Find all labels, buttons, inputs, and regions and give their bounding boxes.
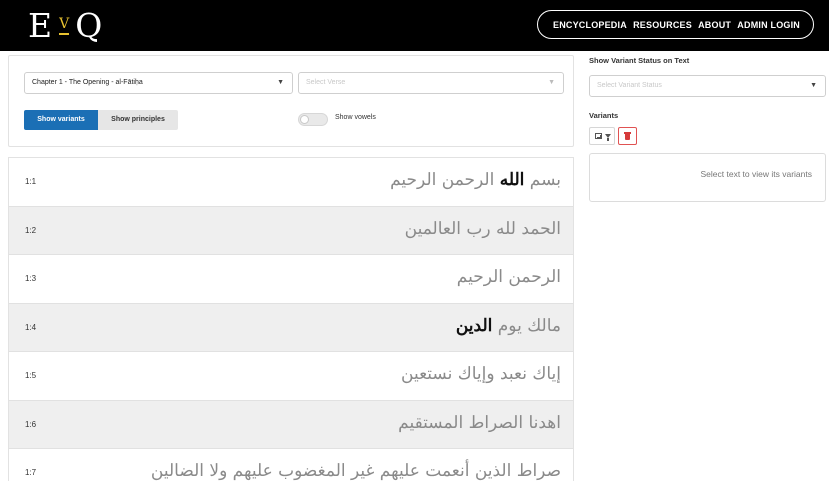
verse-select-placeholder: Select Verse bbox=[306, 79, 346, 86]
verse-number: 1:2 bbox=[25, 225, 37, 235]
highlighted-word[interactable]: الدين bbox=[456, 316, 493, 336]
show-principles-button[interactable]: Show principles bbox=[98, 110, 178, 130]
nav-about[interactable]: ABOUT bbox=[698, 20, 731, 30]
filter-icon bbox=[605, 134, 611, 141]
verse-number: 1:5 bbox=[25, 371, 37, 380]
verse-text[interactable]: الحمد لله رب العالمين bbox=[405, 215, 561, 243]
verse-row[interactable]: 1:7 صراط الذين أنعمت عليهم غير المغضوب ع… bbox=[9, 449, 573, 481]
variants-empty-message: Select text to view its variants bbox=[700, 169, 813, 179]
variant-status-title: Show Variant Status on Text bbox=[589, 56, 690, 65]
verse-row[interactable]: 1:4 مالك يوم الدين bbox=[9, 303, 573, 352]
logo-letter-v: V bbox=[59, 17, 70, 35]
caret-down-icon: ▼ bbox=[810, 82, 817, 89]
verse-select[interactable]: Select Verse ▼ bbox=[298, 72, 564, 94]
show-vowels-toggle[interactable] bbox=[298, 113, 328, 126]
main-nav: ENCYCLOPEDIA RESOURCES ABOUT ADMIN LOGIN bbox=[537, 10, 814, 39]
nav-resources[interactable]: RESOURCES bbox=[633, 20, 692, 30]
verse-number: 1:4 bbox=[25, 322, 37, 332]
verse-row[interactable]: 1:2 الحمد لله رب العالمين bbox=[9, 206, 573, 255]
caret-down-icon: ▼ bbox=[548, 79, 555, 86]
chapter-select-value: Chapter 1 - The Opening - al-Fātiḥa bbox=[32, 79, 143, 86]
variant-status-placeholder: Select Variant Status bbox=[597, 82, 662, 89]
top-navbar: E V Q ENCYCLOPEDIA RESOURCES ABOUT ADMIN… bbox=[0, 0, 829, 51]
highlighted-word[interactable]: الله bbox=[500, 170, 525, 190]
verse-number: 1:3 bbox=[25, 274, 37, 283]
verse-list: 1:1 بسم الله الرحمن الرحيم 1:2 الحمد لله… bbox=[8, 157, 574, 481]
verse-text[interactable]: الرحمن الرحيم bbox=[457, 263, 561, 291]
site-logo[interactable]: E V Q bbox=[28, 6, 102, 46]
variants-panel: Select text to view its variants bbox=[589, 153, 826, 202]
verse-text[interactable]: اهدنا الصراط المستقيم bbox=[398, 409, 561, 437]
verse-text[interactable]: مالك يوم الدين bbox=[456, 312, 561, 340]
verse-text[interactable]: بسم الله الرحمن الرحيم bbox=[390, 166, 561, 194]
trash-icon bbox=[625, 134, 630, 140]
verse-text[interactable]: إياك نعبد وإياك نستعين bbox=[401, 360, 561, 388]
nav-admin-login[interactable]: ADMIN LOGIN bbox=[737, 20, 800, 30]
clear-variants-button[interactable] bbox=[618, 127, 637, 145]
verse-row[interactable]: 1:5 إياك نعبد وإياك نستعين bbox=[9, 352, 573, 401]
verse-number: 1:6 bbox=[25, 419, 37, 429]
show-vowels-label: Show vowels bbox=[335, 114, 376, 121]
variants-title: Variants bbox=[589, 111, 619, 120]
verse-row[interactable]: 1:3 الرحمن الرحيم bbox=[9, 255, 573, 304]
chapter-select[interactable]: Chapter 1 - The Opening - al-Fātiḥa ▼ bbox=[24, 72, 293, 94]
nav-encyclopedia[interactable]: ENCYCLOPEDIA bbox=[553, 20, 627, 30]
verse-row[interactable]: 1:1 بسم الله الرحمن الرحيم bbox=[9, 158, 573, 207]
verse-row[interactable]: 1:6 اهدنا الصراط المستقيم bbox=[9, 400, 573, 449]
toggle-knob bbox=[300, 115, 309, 124]
variant-status-select[interactable]: Select Variant Status ▼ bbox=[589, 75, 826, 97]
table-filter-button[interactable] bbox=[589, 127, 615, 145]
verse-number: 1:1 bbox=[25, 177, 37, 186]
logo-letter-e: E bbox=[28, 6, 53, 45]
table-icon bbox=[595, 133, 602, 139]
verse-number: 1:7 bbox=[25, 468, 37, 477]
logo-letter-q: Q bbox=[75, 6, 103, 45]
show-variants-button[interactable]: Show variants bbox=[24, 110, 98, 130]
verse-text[interactable]: صراط الذين أنعمت عليهم غير المغضوب عليهم… bbox=[151, 457, 561, 481]
caret-down-icon: ▼ bbox=[277, 79, 284, 86]
control-panel: Chapter 1 - The Opening - al-Fātiḥa ▼ Se… bbox=[8, 55, 574, 147]
